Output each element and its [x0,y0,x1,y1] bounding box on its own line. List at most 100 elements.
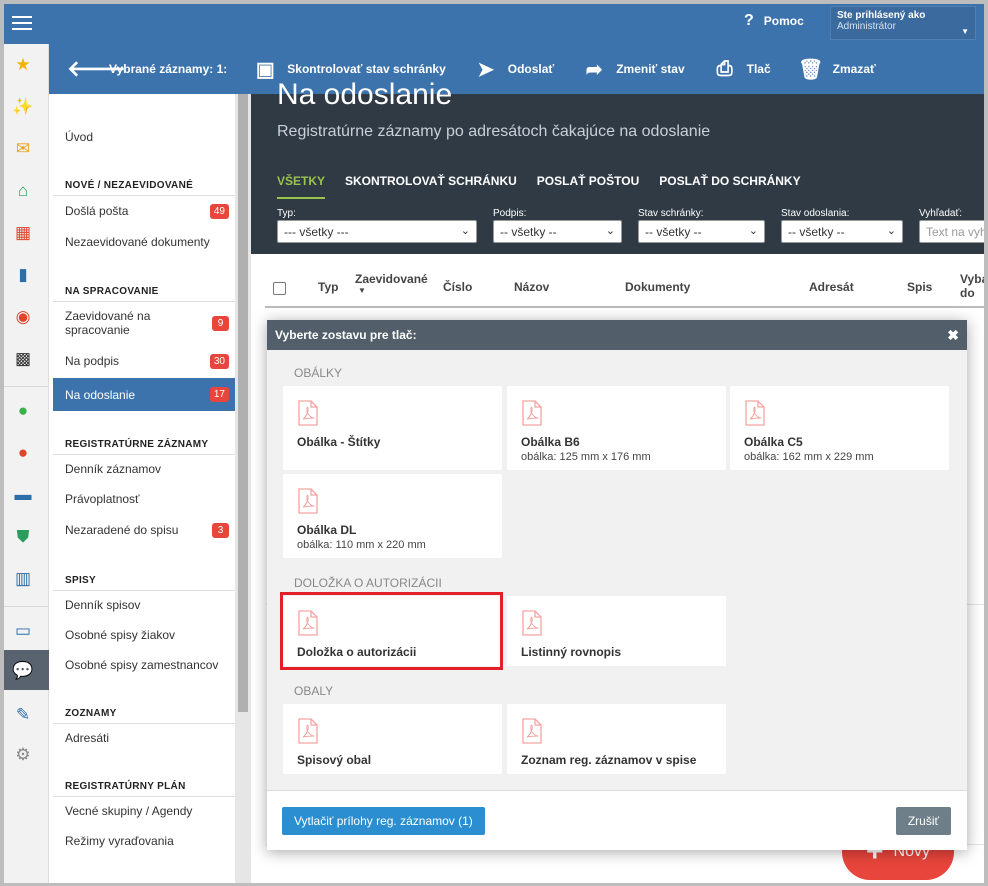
nav-validity[interactable]: Právoplatnosť [53,488,235,510]
send-button[interactable]: ➤ Odoslať [472,57,554,82]
col-handled-to: do [960,286,975,300]
col-number[interactable]: Číslo [443,280,472,294]
close-icon[interactable]: ✖ [947,327,959,344]
menu-icon[interactable] [10,12,34,34]
paper-plane-icon: ➤ [477,58,495,81]
print-button[interactable]: ⎙ Tlač [711,58,771,81]
nav-diary[interactable]: Denník záznamov [53,458,235,480]
report-envelope-labels[interactable]: Obálka - Štítky [283,386,502,470]
report-envelope-dl[interactable]: Obálka DL obálka: 110 mm x 220 mm [283,474,502,558]
nav-registered-processing[interactable]: Zaevidované na spracovanie 9 [53,306,235,340]
send-state-select[interactable]: -- všetky -- ⌄ [781,220,903,243]
tab-send-post[interactable]: POSLAŤ POŠTOU [537,174,639,199]
print-report-dialog: Vyberte zostavu pre tlač: ✖ OBÁLKY Obálk… [267,320,967,850]
help-link[interactable]: ? Pomoc [744,12,804,30]
top-bar: ? Pomoc Ste prihlásený ako Administrátor… [4,4,984,44]
nav-groups[interactable]: Vecné skupiny / Agendy [53,800,235,822]
pin-icon[interactable]: ● [12,442,34,464]
count-badge: 30 [209,353,229,369]
calendar-icon[interactable]: ▩ [12,348,34,370]
nav-section-processing: NA SPRACOVANIE [53,286,235,302]
select-all-checkbox[interactable] [273,282,286,295]
col-type[interactable]: Typ [318,280,338,294]
calendar-grid-icon[interactable]: ▦ [12,222,34,244]
pdf-icon [522,610,542,636]
cancel-button[interactable]: Zrušiť [895,807,951,835]
nav-to-sign[interactable]: Na podpis 30 [53,350,235,372]
nav-file-diary[interactable]: Denník spisov [53,594,235,616]
dialog-body: OBÁLKY Obálka - Štítky Obálka B6 obálka:… [267,350,967,790]
report-envelope-b6[interactable]: Obálka B6 obálka: 125 mm x 176 mm [507,386,726,470]
tab-check-mailbox[interactable]: SKONTROLOVAŤ SCHRÁNKU [345,174,517,199]
change-state-button[interactable]: ➦ Zmeniť stav [580,57,685,82]
magic-wand-icon[interactable]: ✨ [12,96,34,118]
chevron-down-icon: ⌄ [460,225,470,237]
home-icon[interactable]: ⌂ [12,180,34,202]
shield-icon[interactable]: ⛊ [12,526,34,548]
nav-home[interactable]: Úvod [53,126,235,148]
count-badge: 3 [212,522,229,538]
filter-bar: Typ: --- všetky --- ⌄ Podpis: -- všetky -- ⌄… [277,208,984,243]
nav-employee-files[interactable]: Osobné spisy zamestnancov [53,654,235,676]
pdf-icon [298,488,318,514]
type-select[interactable]: --- všetky --- ⌄ [277,220,477,243]
col-handled[interactable]: Vyba [960,272,984,286]
report-paper-copy[interactable]: Listinný rovnopis [507,596,726,666]
count-badge: 9 [212,316,229,331]
signature-select[interactable]: -- všetky -- ⌄ [493,220,622,243]
col-addressee[interactable]: Adresát [809,280,854,294]
report-envelope-c5[interactable]: Obálka C5 obálka: 162 mm x 229 mm [730,386,949,470]
nav-unregistered[interactable]: Nezaevidované dokumenty [53,231,235,253]
nav-incoming[interactable]: Došlá pošta 49 [53,200,235,222]
mail-icon[interactable]: ✉ [12,138,34,160]
dialog-title: Vyberte zostavu pre tlač: [275,328,417,342]
check-circle-icon[interactable]: ● [12,400,34,422]
pdf-icon [298,718,318,744]
nav-section-new: NOVÉ / NEZAEVIDOVANÉ [53,180,235,196]
scrollbar-thumb[interactable] [238,94,248,712]
col-name[interactable]: Názov [514,280,549,294]
back-arrow-icon[interactable]: 🡐 [67,56,126,82]
count-badge: 17 [209,387,229,402]
pdf-icon [522,718,542,744]
gear-icon[interactable]: ⚙ [12,744,34,766]
nav-unassigned[interactable]: Nezaradené do spisu 3 [53,519,235,541]
delete-button[interactable]: 🗑 Zmazať [797,57,876,82]
nav-to-send[interactable]: Na odoslanie 17 [53,378,235,411]
chevron-down-icon: ▼ [961,27,969,36]
open-book-icon[interactable]: ▭ [12,620,34,642]
section-envelopes: OBÁLKY [294,366,343,380]
report-records-list[interactable]: Zoznam reg. záznamov v spise [507,704,726,774]
printer-icon: ⎙ [716,57,733,80]
nav-disposal[interactable]: Režimy vyraďovania [53,830,235,852]
filter-signature: Podpis: -- všetky -- ⌄ [493,208,622,243]
report-file-cover[interactable]: Spisový obal [283,704,502,774]
user-dropdown[interactable]: Ste prihlásený ako Administrátor ▼ [830,6,976,40]
filter-type: Typ: --- všetky --- ⌄ [277,208,477,243]
print-attachments-button[interactable]: Vytlačiť prílohy reg. záznamov (1) [282,807,485,835]
user-icon[interactable]: ◉ [12,306,34,328]
nav-scrollbar[interactable] [235,94,251,883]
trash-icon: 🗑 [797,58,824,81]
col-documents[interactable]: Dokumenty [625,280,690,294]
chat-icon[interactable]: 💬 [12,660,34,682]
table-header: Typ Zaevidované ▼ Číslo Názov Dokumenty … [265,270,984,308]
tab-all[interactable]: VŠETKY [277,174,326,199]
star-icon[interactable]: ★ [12,54,34,76]
action-toolbar: 🡐 Vybrané záznamy: 1: ▣ Skontrolovať stav… [49,44,984,94]
dialog-header: Vyberte zostavu pre tlač: ✖ [267,320,967,350]
pen-icon[interactable]: ✎ [12,704,34,726]
col-registered[interactable]: Zaevidované [355,272,428,286]
count-badge: 49 [209,203,229,219]
nav-addressees[interactable]: Adresáti [53,727,235,749]
filter-send-state: Stav odoslania: -- všetky -- ⌄ [781,208,903,243]
search-input[interactable]: Text na vyh [919,220,984,243]
nav-student-files[interactable]: Osobné spisy žiakov [53,624,235,646]
side-navigation: Úvod NOVÉ / NEZAEVIDOVANÉ Došlá pošta 49 … [49,94,235,883]
book-icon[interactable]: ▮ [12,264,34,286]
bar-chart-icon[interactable]: ▥ [12,568,34,590]
mailbox-state-select[interactable]: -- všetky -- ⌄ [638,220,765,243]
col-file[interactable]: Spis [907,280,932,294]
briefcase-icon[interactable]: ▬ [12,484,34,506]
tab-send-mailbox[interactable]: POSLAŤ DO SCHRÁNKY [659,174,800,199]
